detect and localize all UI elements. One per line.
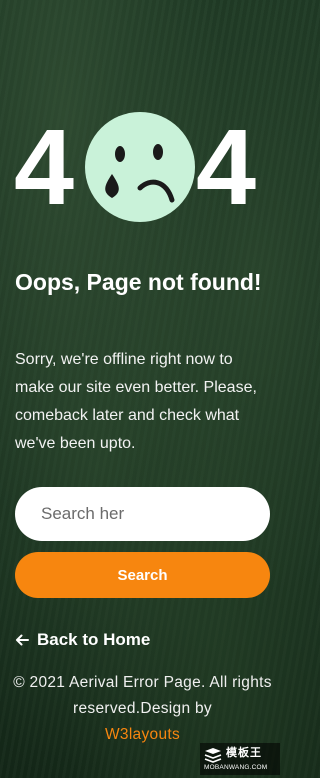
digit-four-left: 4 (14, 106, 75, 227)
search-input[interactable] (15, 487, 270, 541)
arrow-left-icon (16, 634, 29, 646)
watermark-sub-text: MOBANWANG.COM (204, 764, 268, 771)
sad-face-icon (85, 112, 195, 222)
footer-text: © 2021 Aerival Error Page. All rights re… (13, 674, 272, 717)
stack-logo-icon (204, 748, 222, 763)
footer-w3layouts-link[interactable]: W3layouts (105, 726, 180, 743)
footer-copyright: © 2021 Aerival Error Page. All rights re… (10, 670, 275, 748)
watermark-badge: 模板王 MOBANWANG.COM (200, 743, 280, 775)
error-page: 4 4 Oops, Page not found! Sorry, we're o… (0, 0, 285, 778)
page-title: Oops, Page not found! (15, 269, 262, 295)
error-code-404: 4 4 (0, 112, 285, 222)
watermark-main-text: 模板王 (226, 747, 262, 759)
back-to-home-label: Back to Home (37, 630, 151, 649)
search-button[interactable]: Search (15, 552, 270, 598)
page-description: Sorry, we're offline right now to make o… (15, 351, 257, 452)
digit-four-right: 4 (196, 106, 257, 227)
back-to-home-link[interactable]: Back to Home (15, 629, 150, 651)
